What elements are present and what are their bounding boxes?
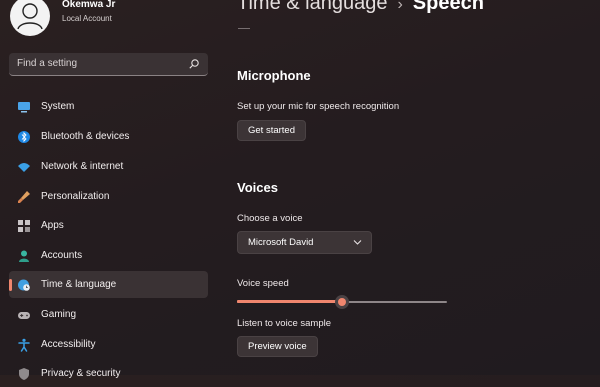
slider-fill: [237, 300, 342, 303]
wifi-icon: [18, 163, 30, 172]
preview-voice-button[interactable]: Preview voice: [237, 336, 318, 357]
sidebar-item-system[interactable]: System: [9, 93, 208, 120]
avatar[interactable]: [10, 0, 50, 36]
sidebar-item-label: Gaming: [41, 309, 77, 320]
main-content: Time & language › Speech Microphone Set up…: [220, 0, 600, 375]
page-title: Speech: [412, 0, 484, 14]
sidebar-item-network[interactable]: Network & internet: [9, 153, 208, 180]
sidebar-item-label: Network & internet: [41, 161, 124, 172]
monitor-icon: [18, 102, 30, 113]
get-started-button[interactable]: Get started: [237, 120, 306, 141]
sidebar-item-bluetooth[interactable]: Bluetooth & devices: [9, 123, 208, 150]
sidebar-item-accounts[interactable]: Accounts: [9, 242, 208, 269]
user-name: Okemwa Jr: [62, 0, 116, 10]
breadcrumb: Time & language › Speech: [237, 0, 484, 15]
sidebar-item-label: Bluetooth & devices: [41, 131, 130, 142]
selection-indicator: [9, 279, 12, 291]
choose-voice-label: Choose a voice: [237, 213, 303, 224]
sidebar-item-label: Accessibility: [41, 339, 96, 350]
sidebar: Okemwa Jr Local Account Find a setting S…: [0, 0, 220, 380]
sidebar-item-label: Privacy & security: [41, 368, 121, 379]
sidebar-item-label: Personalization: [41, 191, 110, 202]
microphone-description: Set up your mic for speech recognition: [237, 101, 400, 112]
voice-select[interactable]: Microsoft David: [237, 231, 372, 254]
globe-clock-icon: [18, 279, 30, 291]
microphone-heading: Microphone: [237, 68, 311, 83]
sidebar-item-gaming[interactable]: Gaming: [9, 301, 208, 328]
search-icon[interactable]: [188, 58, 200, 70]
search-placeholder: Find a setting: [17, 58, 78, 69]
sidebar-item-accessibility[interactable]: Accessibility: [9, 331, 208, 358]
selected-voice: Microsoft David: [248, 237, 314, 248]
voices-heading: Voices: [237, 180, 278, 195]
sidebar-item-label: Apps: [41, 220, 64, 231]
gamepad-icon: [18, 312, 30, 319]
sidebar-item-privacy[interactable]: Privacy & security: [9, 360, 208, 387]
apps-icon: [18, 220, 30, 232]
sidebar-item-apps[interactable]: Apps: [9, 212, 208, 239]
breadcrumb-parent[interactable]: Time & language: [237, 0, 387, 14]
sidebar-item-personalization[interactable]: Personalization: [9, 183, 208, 210]
breadcrumb-separator: ›: [397, 0, 403, 13]
shield-icon: [19, 368, 29, 380]
voice-sample-label: Listen to voice sample: [237, 318, 331, 329]
accessibility-icon: [18, 338, 30, 352]
user-profile[interactable]: Okemwa Jr Local Account: [10, 0, 220, 36]
person-icon: [19, 250, 29, 262]
person-avatar-icon: [17, 3, 43, 30]
sidebar-item-label: System: [41, 101, 75, 112]
brush-icon: [18, 191, 30, 203]
chevron-down-icon: [353, 240, 362, 245]
sidebar-item-label: Accounts: [41, 250, 83, 261]
slider-thumb[interactable]: [335, 295, 349, 309]
title-divider: [238, 28, 250, 29]
sidebar-item-label: Time & language: [41, 279, 117, 290]
sidebar-item-time-language[interactable]: Time & language: [9, 271, 208, 298]
voice-speed-label: Voice speed: [237, 278, 289, 289]
voice-speed-slider[interactable]: [237, 295, 447, 309]
bluetooth-icon: [18, 131, 30, 143]
search-input[interactable]: Find a setting: [9, 53, 208, 76]
account-type: Local Account: [62, 14, 112, 23]
